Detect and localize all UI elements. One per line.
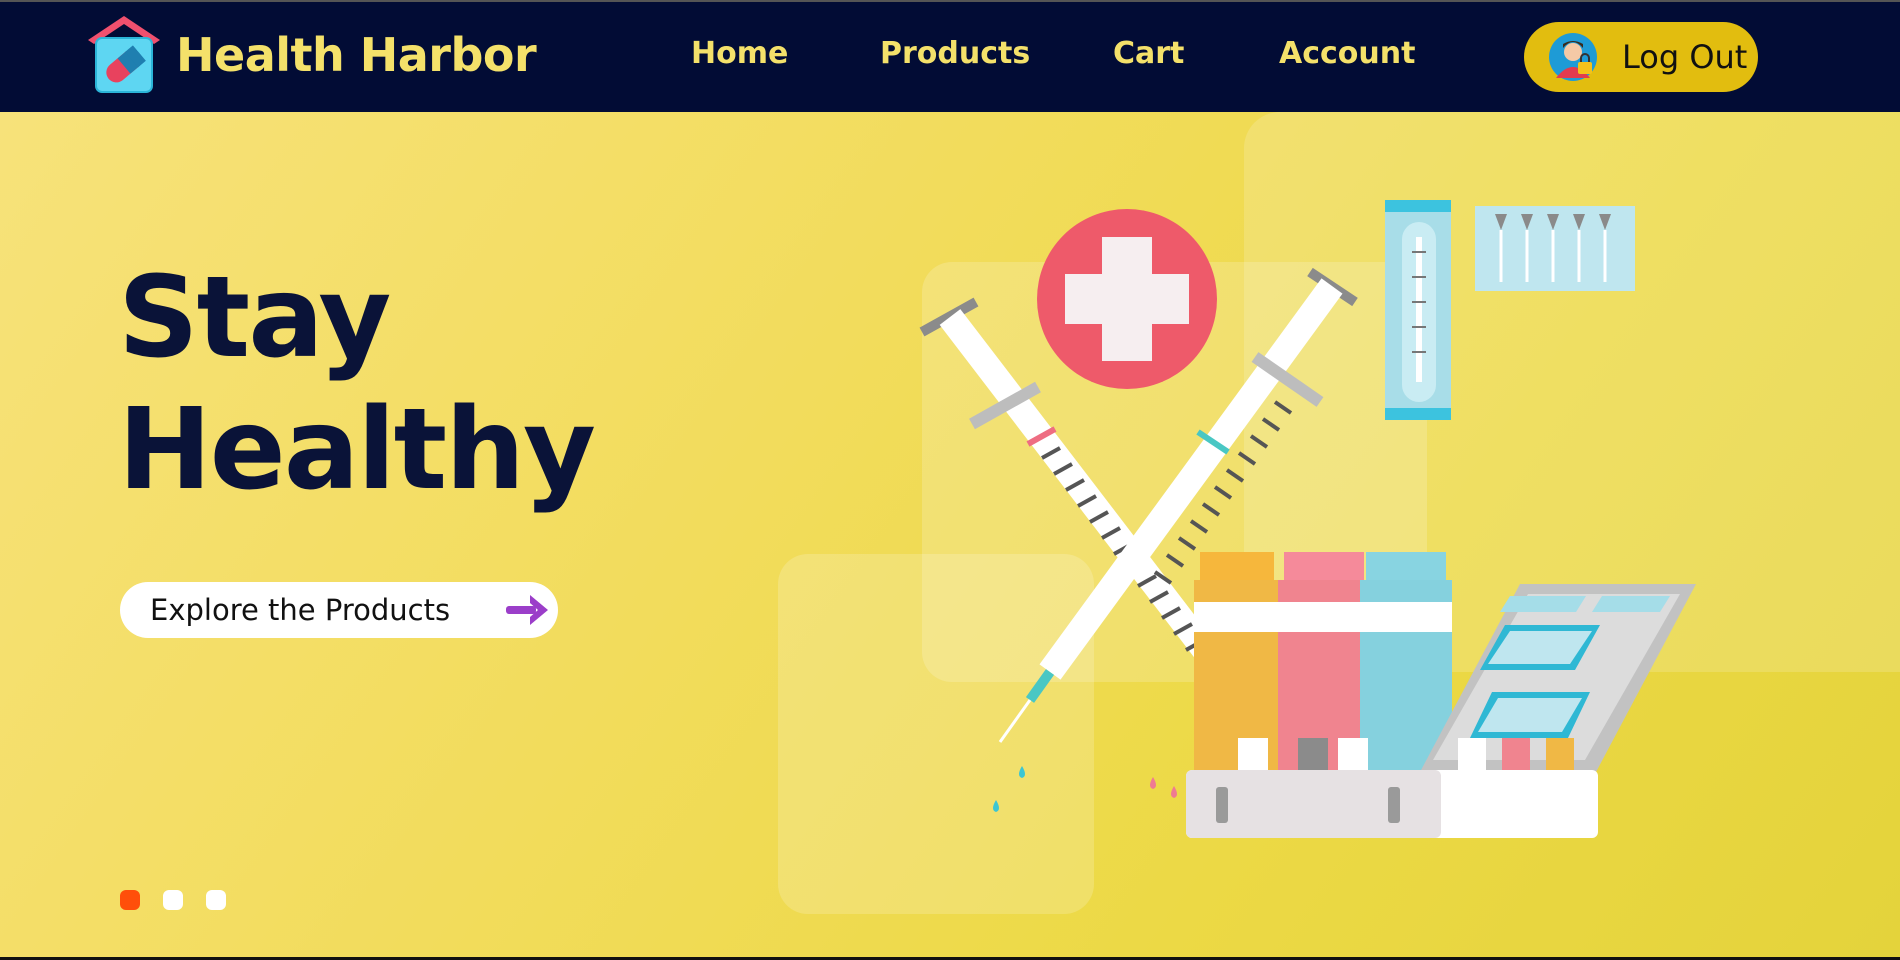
nav-products[interactable]: Products [880, 36, 1030, 71]
brand-name: Health Harbor [176, 28, 537, 82]
brand[interactable]: Health Harbor [84, 14, 537, 96]
carousel-dot-2[interactable] [163, 890, 183, 910]
nav-account[interactable]: Account [1279, 36, 1415, 71]
needle-pack-icon [1475, 206, 1635, 291]
nav-home[interactable]: Home [691, 36, 788, 71]
carousel-dot-1-active[interactable] [120, 890, 140, 910]
user-lock-avatar-icon [1549, 33, 1597, 81]
explore-products-button[interactable]: Explore the Products [120, 582, 558, 638]
medical-supplies-illustration [919, 200, 1696, 838]
explore-products-label: Explore the Products [150, 593, 451, 627]
house-pill-icon [88, 16, 160, 93]
medicine-bottles-icon [1194, 552, 1452, 770]
hero-title: Stay Healthy [118, 252, 596, 516]
logout-button[interactable]: Log Out [1524, 22, 1758, 92]
hero-title-line1: Stay [118, 253, 391, 383]
hero-section: Stay Healthy Explore the Products [0, 112, 1900, 957]
arrow-right-icon [506, 595, 548, 625]
hero-title-line2: Healthy [118, 385, 596, 515]
nav-cart[interactable]: Cart [1113, 36, 1184, 71]
carousel-dot-3[interactable] [206, 890, 226, 910]
thermometer-icon [1385, 200, 1451, 420]
navbar: Health Harbor Home Products Cart Account… [0, 2, 1900, 112]
logout-label: Log Out [1622, 38, 1748, 76]
medical-cross-icon [1037, 209, 1217, 389]
